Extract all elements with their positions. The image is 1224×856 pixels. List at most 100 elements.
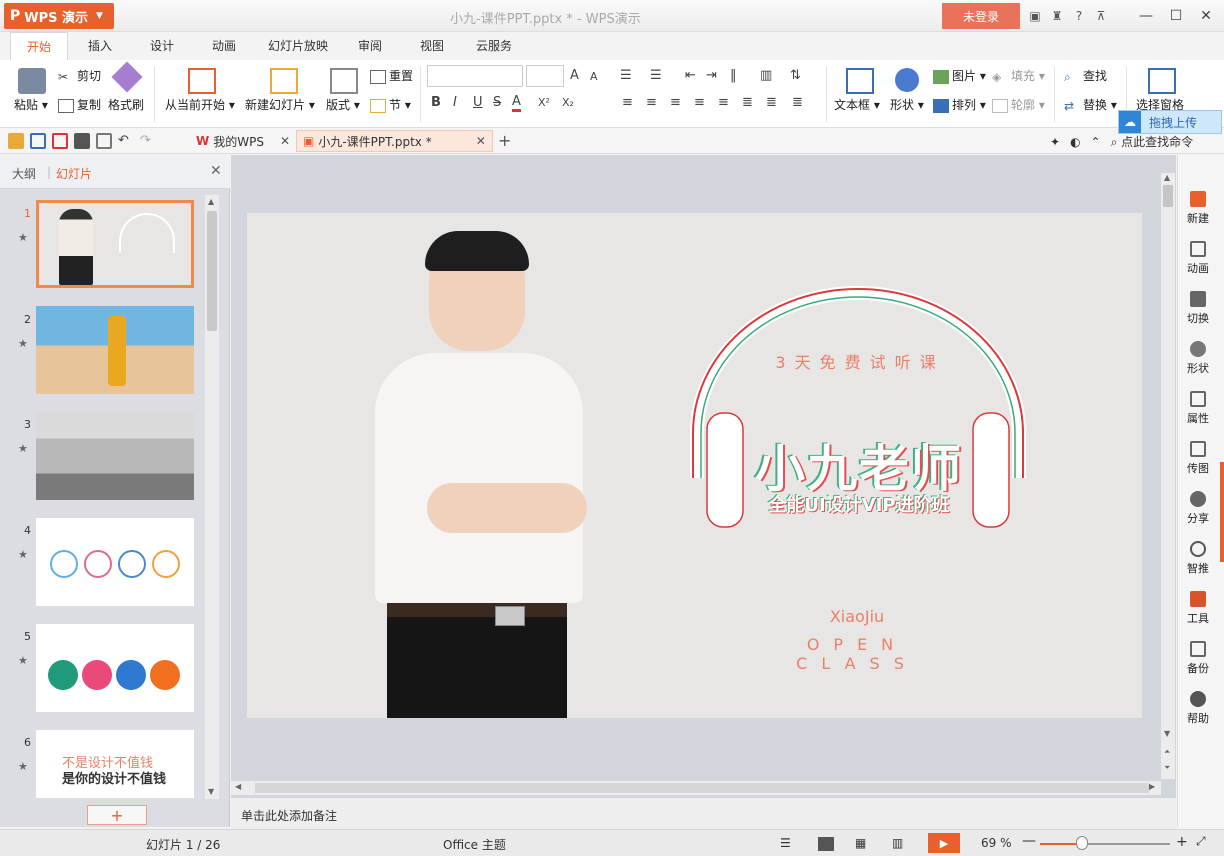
line-spacing-icon[interactable]: ‖ bbox=[730, 68, 737, 83]
selection-pane-icon[interactable] bbox=[1148, 68, 1176, 94]
sidebar-new[interactable]: 新建 bbox=[1178, 191, 1218, 226]
arrange-button[interactable]: 排列 ▾ bbox=[933, 96, 986, 113]
search-command[interactable]: ⌕ 点此查找命令 bbox=[1111, 133, 1194, 150]
align-right-icon[interactable]: ≡ bbox=[670, 95, 681, 110]
slide-thumb-6[interactable]: 不是设计不值钱 是你的设计不值钱 bbox=[36, 730, 194, 798]
sidebar-animation[interactable]: 动画 bbox=[1178, 241, 1218, 276]
add-slide-button[interactable]: + bbox=[87, 805, 147, 825]
picture-button[interactable]: 图片 ▾ bbox=[933, 67, 986, 84]
fit-window-icon[interactable]: ⤢ bbox=[1196, 834, 1206, 849]
tab-cloud[interactable]: 云服务 bbox=[476, 37, 512, 54]
open-icon[interactable] bbox=[8, 133, 24, 149]
sorter-view-icon[interactable]: ▦ bbox=[855, 836, 866, 850]
superscript-button[interactable]: X² bbox=[538, 96, 550, 109]
tab-outline[interactable]: 大纲 bbox=[12, 165, 36, 182]
sidebar-transition[interactable]: 切换 bbox=[1178, 291, 1218, 326]
slide-thumb-3[interactable] bbox=[36, 412, 194, 500]
cut-button[interactable]: ✂ 剪切 bbox=[58, 67, 101, 84]
strikethrough-button[interactable]: S bbox=[493, 95, 501, 110]
sidebar-expand-handle[interactable] bbox=[1220, 462, 1224, 562]
print-preview-icon[interactable] bbox=[96, 133, 112, 149]
maximize-icon[interactable]: ☐ bbox=[1164, 5, 1188, 27]
export-pdf-icon[interactable] bbox=[52, 133, 68, 149]
subscript-button[interactable]: X₂ bbox=[562, 96, 574, 109]
sidebar-help[interactable]: 帮助 bbox=[1178, 691, 1218, 726]
new-slide-icon[interactable] bbox=[270, 68, 298, 94]
close-tab-icon[interactable]: ✕ bbox=[476, 134, 486, 148]
underline-button[interactable]: U bbox=[473, 95, 483, 110]
from-current-button[interactable]: 从当前开始 ▾ bbox=[165, 96, 235, 113]
sidebar-shape[interactable]: 形状 bbox=[1178, 341, 1218, 376]
slide-thumb-2[interactable] bbox=[36, 306, 194, 394]
eye-icon[interactable]: ◐ bbox=[1070, 135, 1080, 149]
cloud-upload-tip[interactable]: ☁ 拖拽上传 bbox=[1118, 110, 1222, 134]
normal-view-icon[interactable] bbox=[818, 837, 834, 851]
skin-icon[interactable]: ▣ bbox=[1026, 7, 1044, 25]
tab-document[interactable]: ▣ 小九-课件PPT.pptx * ✕ bbox=[296, 130, 493, 152]
pin-icon[interactable]: ✦ bbox=[1050, 135, 1060, 149]
play-slideshow-button[interactable]: ▶ bbox=[928, 833, 960, 853]
close-tab-icon[interactable]: ✕ bbox=[280, 134, 290, 148]
tab-home[interactable]: 开始 bbox=[10, 32, 69, 60]
align-center-icon[interactable]: ≡ bbox=[646, 95, 657, 110]
new-slide-button[interactable]: 新建幻灯片 ▾ bbox=[245, 96, 315, 113]
text-direction-icon[interactable]: ⇅ bbox=[790, 68, 801, 83]
paste-button[interactable]: 粘贴 ▾ bbox=[14, 96, 48, 113]
layout-icon[interactable] bbox=[330, 68, 358, 94]
align-left-icon[interactable]: ≡ bbox=[622, 95, 633, 110]
close-icon[interactable]: ✕ bbox=[1194, 5, 1218, 27]
justify-icon[interactable]: ≡ bbox=[694, 95, 705, 110]
sidebar-backup[interactable]: 备份 bbox=[1178, 641, 1218, 676]
copy-button[interactable]: 复制 bbox=[58, 96, 101, 113]
redo-icon[interactable]: ↷ bbox=[140, 133, 156, 149]
close-panel-icon[interactable]: ✕ bbox=[210, 163, 222, 179]
paragraph-spacing-icon[interactable]: ≣ bbox=[742, 95, 753, 110]
undo-icon[interactable]: ↶ bbox=[118, 133, 134, 149]
notes-toggle-icon[interactable]: ☰ bbox=[780, 836, 791, 850]
reading-view-icon[interactable]: ▥ bbox=[892, 836, 903, 850]
find-button[interactable]: ⌕ 查找 bbox=[1064, 67, 1107, 84]
columns-icon[interactable]: ▥ bbox=[760, 68, 772, 83]
tab-design[interactable]: 设计 bbox=[150, 37, 174, 54]
fill-button[interactable]: ◈ 填充 ▾ bbox=[992, 67, 1045, 84]
print-icon[interactable] bbox=[74, 133, 90, 149]
slide-panel-scrollbar[interactable]: ▲ ▼ bbox=[205, 195, 219, 799]
textbox-icon[interactable] bbox=[846, 68, 874, 94]
editor-horizontal-scrollbar[interactable]: ◀ ▶ bbox=[231, 781, 1161, 795]
bold-button[interactable]: B bbox=[431, 95, 441, 110]
zoom-slider[interactable] bbox=[1040, 843, 1170, 845]
help-icon[interactable]: ? bbox=[1070, 7, 1088, 25]
zoom-slider-handle[interactable] bbox=[1075, 836, 1088, 850]
increase-indent-icon[interactable]: ⇥ bbox=[706, 68, 717, 83]
minimize-icon[interactable]: — bbox=[1134, 5, 1158, 27]
tab-view[interactable]: 视图 bbox=[420, 37, 444, 54]
sidebar-tools[interactable]: 工具 bbox=[1178, 591, 1218, 626]
grow-font-button[interactable]: A bbox=[570, 68, 579, 83]
collapse-ribbon-icon[interactable]: ⊼ bbox=[1092, 7, 1110, 25]
tab-my-wps[interactable]: W 我的WPS ✕ bbox=[190, 130, 296, 152]
decrease-indent-icon[interactable]: ⇤ bbox=[685, 68, 696, 83]
textbox-button[interactable]: 文本框 ▾ bbox=[834, 96, 880, 113]
login-button[interactable]: 未登录 bbox=[942, 3, 1020, 29]
font-size-select[interactable] bbox=[526, 65, 564, 87]
italic-button[interactable]: I bbox=[453, 95, 457, 110]
slide-canvas[interactable]: 3天免费试听课 小九老师 全能UI设计VIP进阶班 XiaoJiu OPEN C… bbox=[247, 213, 1142, 718]
app-menu-button[interactable]: P WPS 演示 ▼ bbox=[4, 3, 114, 29]
section-button[interactable]: 节 ▾ bbox=[370, 96, 411, 113]
slide-thumb-1[interactable] bbox=[36, 200, 194, 288]
play-from-current-icon[interactable] bbox=[188, 68, 216, 94]
zoom-out-icon[interactable]: — bbox=[1022, 833, 1036, 849]
font-color-button[interactable]: A bbox=[512, 94, 521, 112]
new-tab-button[interactable]: + bbox=[498, 131, 511, 150]
layout-button[interactable]: 版式 ▾ bbox=[326, 96, 360, 113]
bullet-list-icon[interactable]: ☰ bbox=[620, 68, 632, 83]
font-name-select[interactable] bbox=[427, 65, 523, 87]
numbered-list-icon[interactable]: ☰ bbox=[650, 68, 662, 83]
shape-button[interactable]: 形状 ▾ bbox=[890, 96, 924, 113]
sidebar-recommend[interactable]: 智推 bbox=[1178, 541, 1218, 576]
tab-review[interactable]: 审阅 bbox=[358, 37, 382, 54]
shape-icon[interactable] bbox=[895, 68, 919, 92]
bullet-style-icon[interactable]: ≣ bbox=[792, 95, 803, 110]
zoom-in-icon[interactable]: + bbox=[1176, 834, 1188, 850]
tab-animation[interactable]: 动画 bbox=[212, 37, 236, 54]
